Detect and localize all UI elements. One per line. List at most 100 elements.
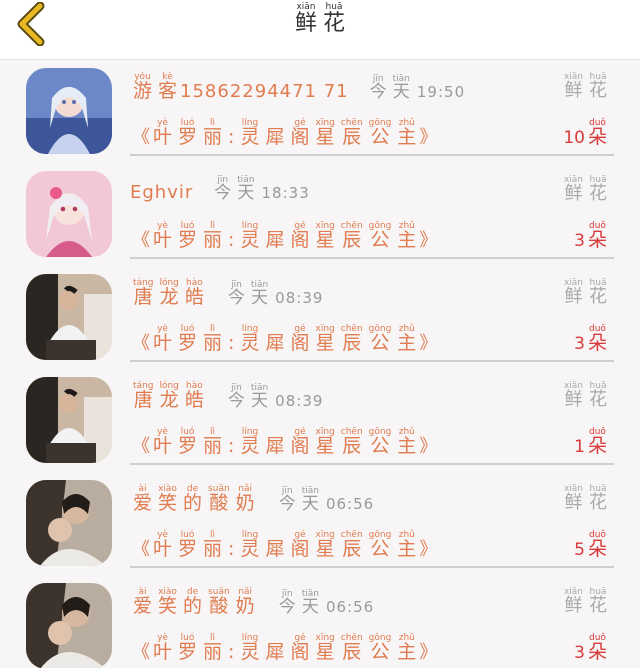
hanzi: 叶: [153, 538, 173, 560]
today-char: tiān 天: [251, 383, 268, 411]
gift-char: 犀: [265, 641, 285, 663]
hanzi: 犀: [265, 538, 285, 560]
hanzi: 阁: [290, 641, 310, 663]
hanzi: 灵: [240, 332, 260, 354]
hanzi: 鲜: [564, 80, 583, 101]
sender-name[interactable]: Eghvir jīn 今 tiān 天 18:33: [130, 175, 310, 203]
gift-char: líng 灵: [240, 633, 259, 663]
list-item[interactable]: táng 唐 lóng 龙 hào 皓 jīn 今 tiān 天 08:39 xiān 鲜 huā 花《 yè…: [0, 266, 640, 369]
sender-name[interactable]: ài 爱 xiào 笑 de 的 suān 酸 nǎi 奶 jīn 今 tiān 天 06:56: [130, 587, 374, 617]
sender-name[interactable]: táng 唐 lóng 龙 hào 皓 jīn 今 tiān 天 08:39: [130, 278, 323, 308]
avatar[interactable]: [26, 480, 112, 566]
gift-char: lì 丽: [203, 530, 222, 560]
gift-char: gé 阁: [290, 324, 309, 354]
hanzi: 丽: [203, 538, 223, 560]
list-item[interactable]: Eghvir jīn 今 tiān 天 18:33 xiān 鲜 huā 花《 yè 叶 luó 罗 lì 丽…: [0, 163, 640, 266]
hanzi: 奶: [235, 492, 255, 514]
hanzi: 龙: [159, 286, 179, 308]
flower-char: huā 花: [589, 278, 607, 307]
hanzi: 阁: [290, 229, 310, 251]
divider: [130, 154, 614, 156]
hanzi: 鲜: [564, 492, 583, 513]
hanzi: 阁: [290, 126, 310, 148]
gift-char: lì 丽: [203, 118, 222, 148]
hanzi: 叶: [153, 435, 173, 457]
hanzi: 阁: [290, 332, 310, 354]
avatar[interactable]: [26, 377, 112, 463]
gift-char: xīng 星: [316, 633, 335, 663]
flower-char: xiān 鲜: [564, 72, 583, 101]
unit-char: duǒ 朵: [588, 221, 607, 251]
hanzi: 辰: [342, 641, 362, 663]
hanzi: 辰: [342, 435, 362, 457]
hanzi: :: [228, 641, 235, 663]
flower-char: xiān 鲜: [564, 381, 583, 410]
hanzi: 主: [397, 229, 417, 251]
timestamp: jīn 今 tiān 天 18:33: [211, 175, 309, 203]
gift-char: 犀: [265, 538, 285, 560]
flower-char: huā 花: [589, 72, 607, 101]
sender-name[interactable]: táng 唐 lóng 龙 hào 皓 jīn 今 tiān 天 08:39: [130, 381, 323, 411]
hanzi: 罗: [178, 229, 198, 251]
page-title: xiān 鲜 huā 花: [0, 2, 640, 35]
sender-char: ài 爱: [133, 587, 152, 617]
hanzi: 唐: [133, 286, 153, 308]
flower-count: 10 duǒ 朵: [563, 118, 610, 148]
hanzi: :: [228, 126, 235, 148]
sender-char: suān 酸: [208, 587, 230, 617]
today-char: jīn 今: [228, 280, 245, 308]
sender-char: lóng 龙: [159, 381, 178, 411]
hanzi: 今: [369, 82, 387, 103]
flower-char: huā 花: [589, 381, 607, 410]
gift-char: gōng 公: [369, 221, 392, 251]
gift-char: luó 罗: [178, 118, 197, 148]
hanzi: 辰: [342, 332, 362, 354]
bracket-close: 》: [419, 126, 438, 148]
count-number: 1: [574, 436, 585, 457]
list-item[interactable]: ài 爱 xiào 笑 de 的 suān 酸 nǎi 奶 jīn 今 tiān 天 06:56 xiān 鲜 h…: [0, 575, 640, 668]
sender-latin: Eghvir: [130, 181, 194, 203]
gift-char: luó 罗: [178, 324, 197, 354]
hanzi: 主: [397, 332, 417, 354]
hanzi: 公: [370, 641, 390, 663]
divider: [130, 463, 614, 465]
avatar[interactable]: [26, 274, 112, 360]
list-item[interactable]: yóu 游 kè 客 15862294471 71 jīn 今 tiān 天 19:50 xiān 鲜…: [0, 60, 640, 163]
gift-char: gōng 公: [369, 530, 392, 560]
gift-char: :: [228, 230, 234, 251]
gift-char: 犀: [265, 436, 284, 457]
today-char: tiān 天: [393, 74, 410, 102]
unit-char: duǒ 朵: [588, 530, 607, 560]
sender-char: táng 唐: [133, 278, 153, 308]
avatar[interactable]: [26, 68, 112, 154]
today-char: tiān 天: [302, 589, 319, 617]
hanzi: :: [228, 435, 235, 457]
hanzi: 犀: [265, 641, 285, 663]
hanzi: 公: [370, 126, 390, 148]
sender-name[interactable]: yóu 游 kè 客 15862294471 71 jīn 今 tiān 天 19:50: [130, 72, 465, 102]
flower-count: 3 duǒ 朵: [574, 221, 610, 251]
sender-name[interactable]: ài 爱 xiào 笑 de 的 suān 酸 nǎi 奶 jīn 今 tiān 天 06:56: [130, 484, 374, 514]
title-char: xiān 鲜: [295, 2, 317, 35]
hanzi: :: [228, 332, 235, 354]
hanzi: 星: [315, 229, 335, 251]
sender-char: de 的: [183, 587, 202, 617]
gift-char: xīng 星: [316, 118, 335, 148]
hanzi: 鲜: [294, 11, 317, 36]
list-item[interactable]: ài 爱 xiào 笑 de 的 suān 酸 nǎi 奶 jīn 今 tiān 天 06:56 xiān 鲜 h…: [0, 472, 640, 575]
avatar[interactable]: [26, 583, 112, 668]
time-value: 08:39: [275, 288, 324, 307]
time-value: 18:33: [261, 183, 310, 202]
sender-char: xiào 笑: [158, 484, 177, 514]
hanzi: 阁: [290, 538, 310, 560]
flower-char: xiān 鲜: [564, 175, 583, 204]
flower-char: huā 花: [589, 175, 607, 204]
sender-char: lóng 龙: [159, 278, 178, 308]
hanzi: 朵: [587, 126, 607, 148]
list-item[interactable]: táng 唐 lóng 龙 hào 皓 jīn 今 tiān 天 08:39 xiān 鲜 huā 花《 yè…: [0, 369, 640, 472]
hanzi: 灵: [240, 126, 260, 148]
hanzi: 叶: [153, 126, 173, 148]
avatar[interactable]: [26, 171, 112, 257]
divider: [130, 566, 614, 568]
today-char: jīn 今: [279, 486, 296, 514]
